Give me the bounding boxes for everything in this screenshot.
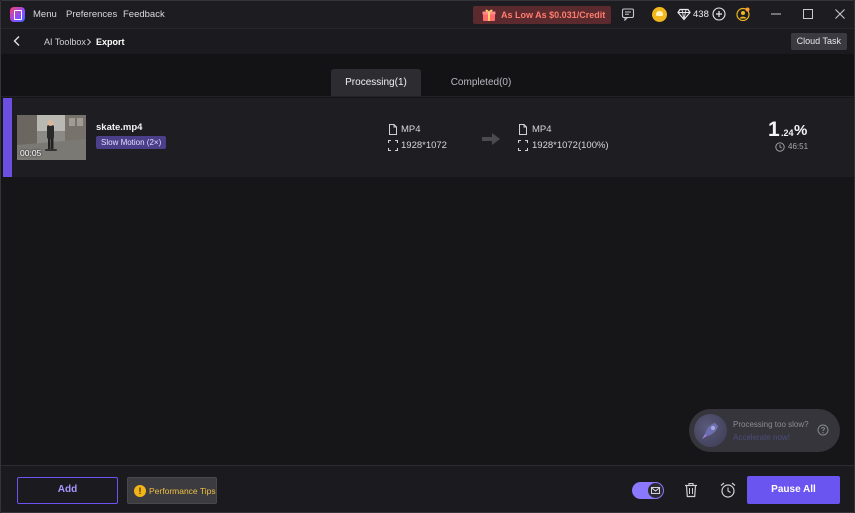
video-thumbnail[interactable]: 00:05 [17, 115, 86, 160]
minimize-icon[interactable] [769, 7, 783, 21]
coin-icon[interactable] [652, 7, 667, 22]
breadcrumb-ai-toolbox[interactable]: AI Toolbox [44, 37, 86, 47]
promo-text: As Low As $0.031/Credit [501, 10, 606, 20]
warning-icon [134, 485, 146, 497]
effect-badge: Slow Motion (2×) [96, 136, 167, 149]
resolution-icon [388, 140, 398, 151]
maximize-icon[interactable] [801, 7, 815, 21]
diamond-icon [677, 8, 691, 21]
arrow-right-icon [482, 133, 500, 145]
source-format: MP4 [401, 124, 421, 135]
accelerate-link[interactable]: Accelerate now! [733, 433, 790, 442]
progress-percent-main: 1 [768, 118, 780, 141]
progress-percent-decimal: .24 [781, 128, 794, 138]
title-bar: Menu Preferences Feedback As Low As $0.0… [1, 1, 854, 28]
breadcrumb-export: Export [96, 37, 125, 47]
output-format: MP4 [532, 124, 552, 135]
back-arrow-icon[interactable] [11, 35, 23, 47]
video-duration: 00:05 [20, 148, 42, 158]
progress-percent-sign: % [794, 122, 808, 139]
trash-icon[interactable] [682, 481, 700, 499]
gift-icon [482, 9, 496, 21]
file-icon [389, 124, 397, 135]
rocket-icon [694, 414, 727, 447]
performance-tips-label: Performance Tips [149, 486, 216, 496]
mail-icon [651, 487, 660, 494]
accelerate-title: Processing too slow? [733, 420, 809, 429]
performance-tips-button[interactable]: Performance Tips [127, 477, 217, 504]
close-icon[interactable] [833, 7, 847, 21]
time-remaining: 46:51 [788, 142, 809, 151]
output-resolution: 1928*1072(100%) [532, 140, 609, 151]
file-icon [519, 124, 527, 135]
clock-icon [775, 142, 785, 152]
add-credits-icon[interactable] [712, 7, 726, 21]
resolution-icon [518, 140, 528, 151]
breadcrumb: AI Toolbox Export Cloud Task [1, 28, 854, 54]
source-resolution: 1928*1072 [401, 140, 447, 151]
user-avatar-icon[interactable] [736, 7, 750, 21]
add-button[interactable]: Add [17, 477, 118, 504]
cloud-task-button[interactable]: Cloud Task [790, 33, 847, 50]
bottom-bar: Add Performance Tips Pause Al [1, 465, 854, 512]
accelerate-popup[interactable]: Processing too slow? Accelerate now! [689, 409, 840, 452]
app-window: Menu Preferences Feedback As Low As $0.0… [0, 0, 855, 513]
preferences-button[interactable]: Preferences [66, 9, 117, 20]
tab-processing[interactable]: Processing(1) [331, 69, 421, 96]
feedback-button[interactable]: Feedback [123, 9, 165, 20]
chevron-right-icon [87, 38, 92, 46]
email-notify-toggle[interactable] [632, 482, 664, 499]
credits-count: 438 [693, 9, 709, 20]
menu-button[interactable]: Menu [33, 9, 57, 20]
file-name: skate.mp4 [96, 122, 143, 133]
alarm-clock-icon[interactable] [719, 481, 737, 499]
pause-all-button[interactable]: Pause All [747, 476, 840, 504]
promo-banner[interactable]: As Low As $0.031/Credit [473, 6, 611, 24]
task-accent-bar [3, 98, 12, 177]
task-row[interactable]: 00:05 skate.mp4 Slow Motion (2×) MP4 192… [3, 98, 854, 177]
tab-bar: Processing(1) Completed(0) [1, 54, 854, 97]
help-icon[interactable] [817, 424, 829, 436]
tab-completed[interactable]: Completed(0) [437, 69, 525, 96]
toggle-knob [648, 483, 663, 498]
message-icon[interactable] [621, 7, 635, 21]
app-logo-icon [10, 7, 25, 22]
